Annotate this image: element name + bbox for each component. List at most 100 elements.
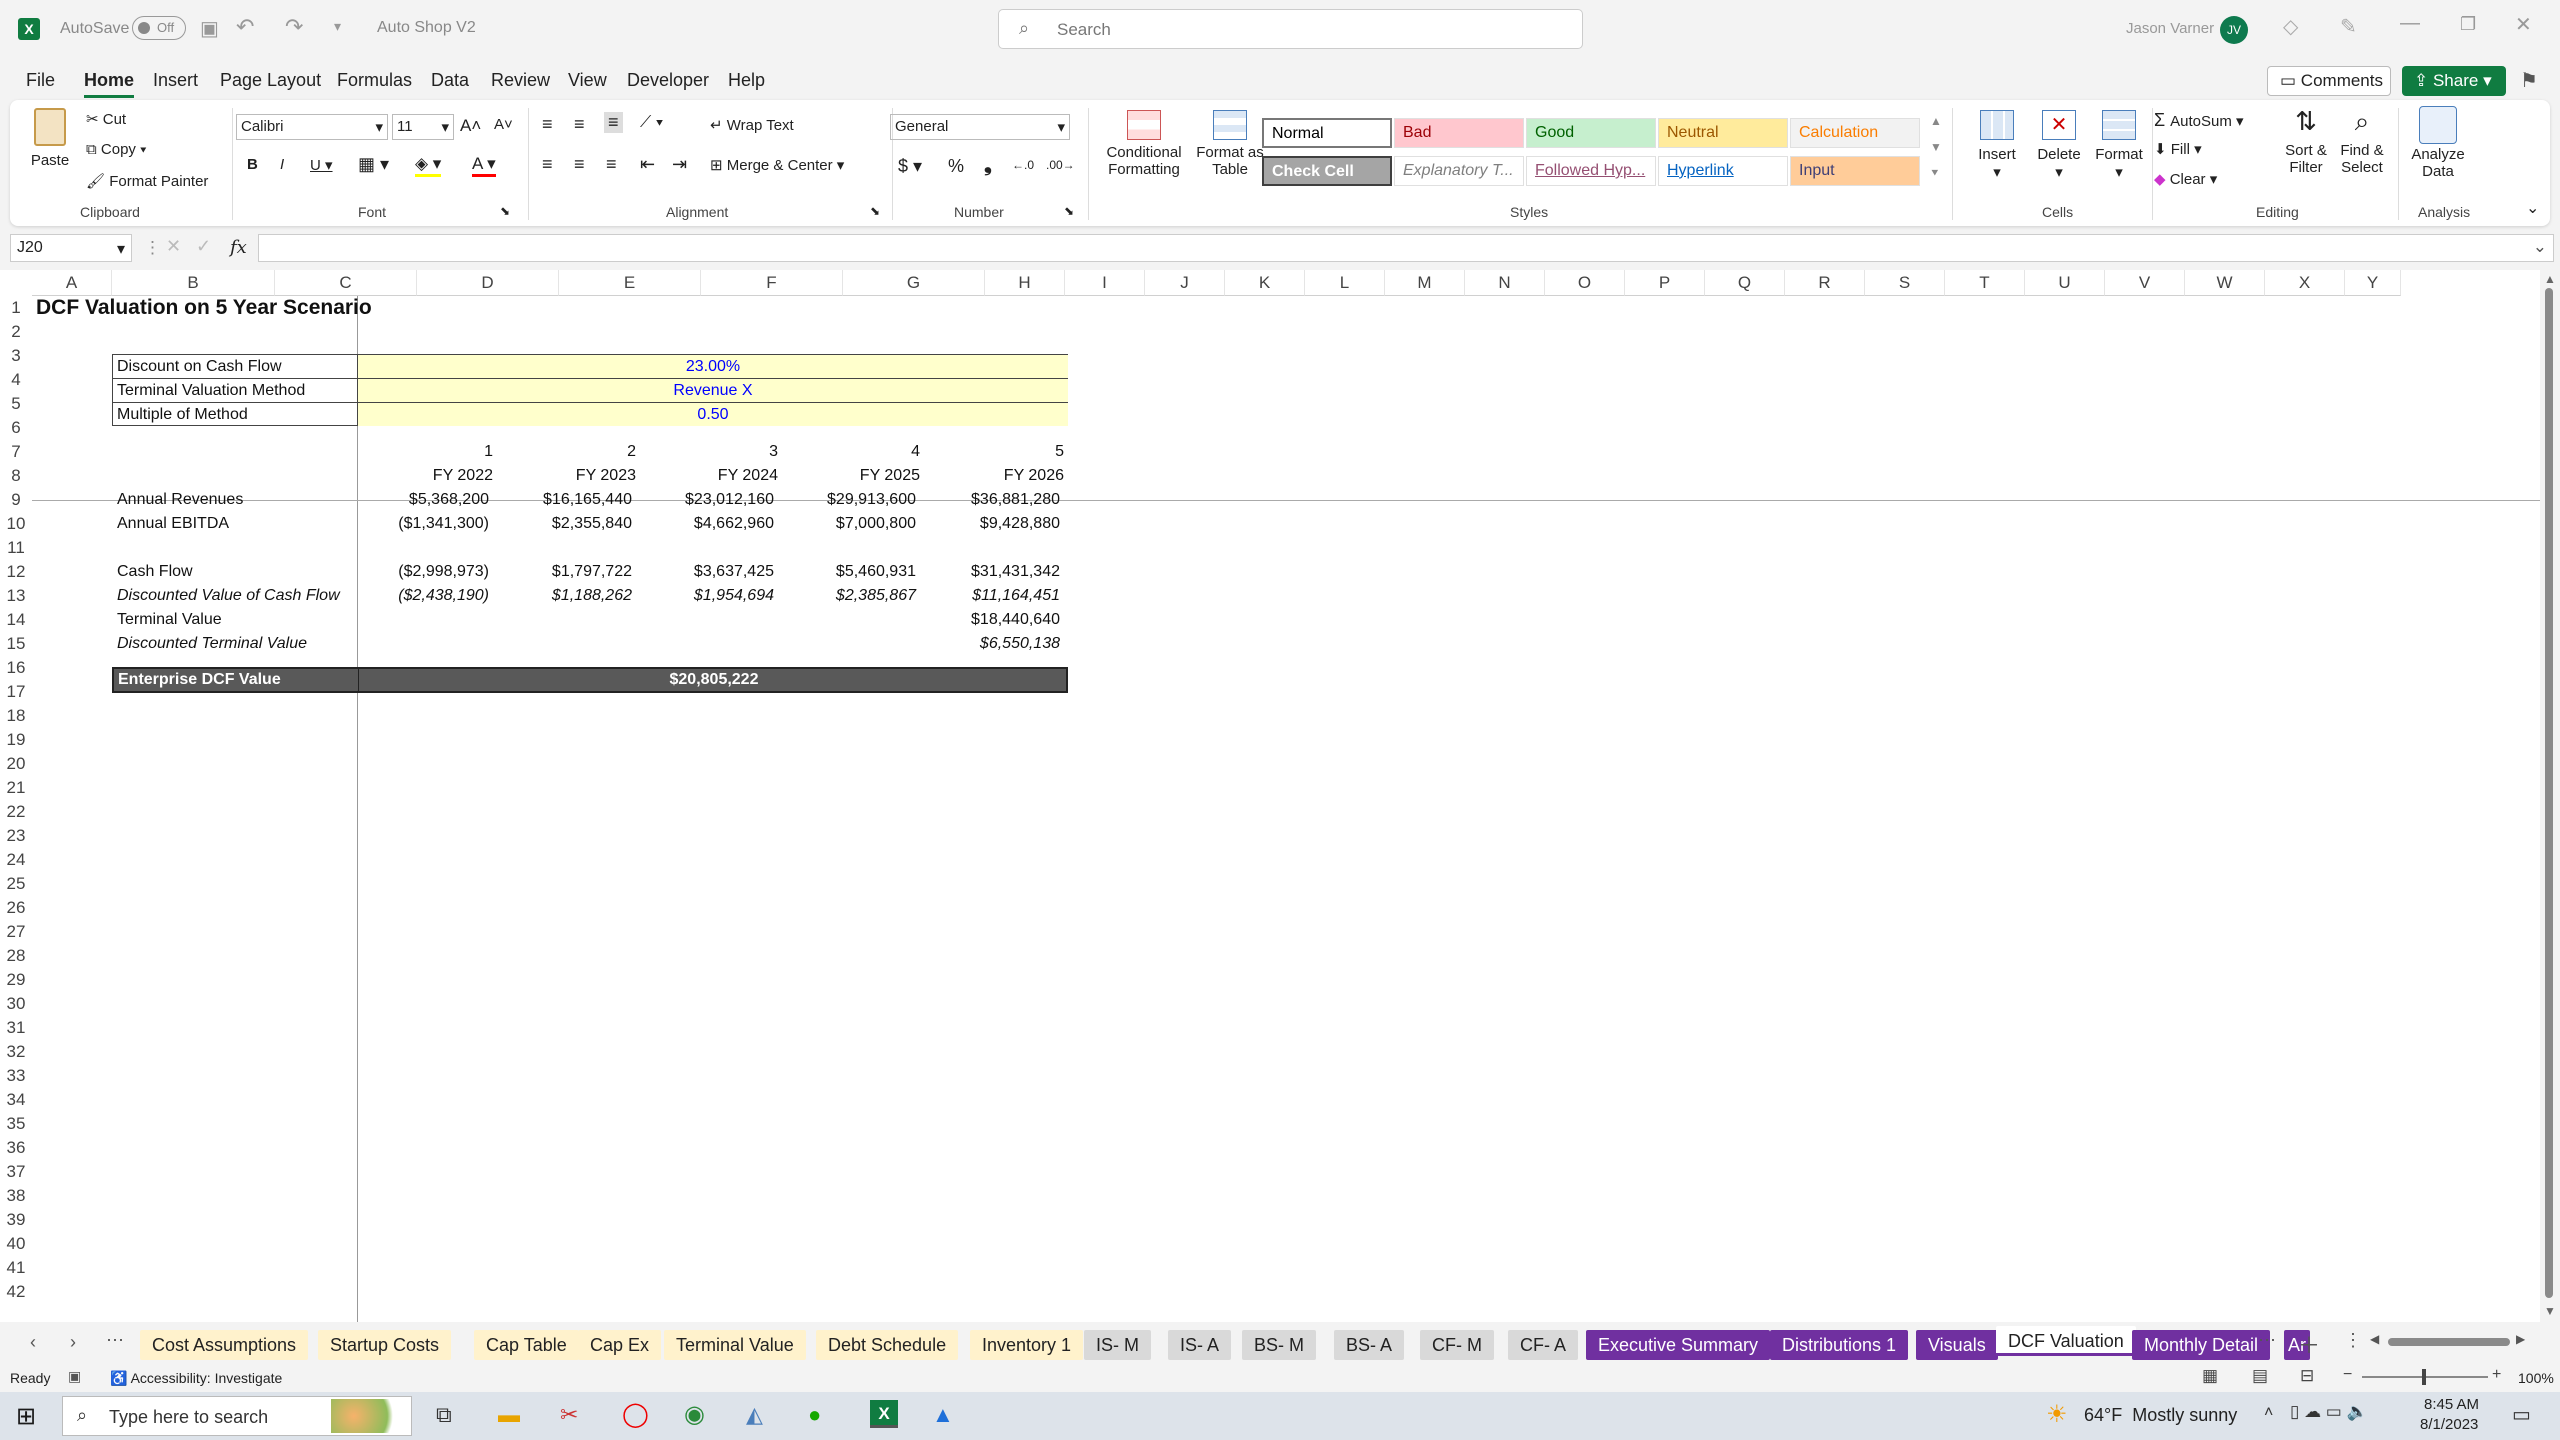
- enter-icon[interactable]: ✓: [196, 236, 211, 257]
- search-box[interactable]: ⌕ Search: [998, 9, 1583, 49]
- scroll-thumb[interactable]: [2545, 288, 2553, 1298]
- cash-flow-value[interactable]: ($2,998,973): [353, 560, 489, 584]
- opera-icon[interactable]: ◯: [622, 1400, 649, 1429]
- row-header[interactable]: 29: [0, 968, 32, 992]
- zoom-in-icon[interactable]: +: [2492, 1366, 2501, 1384]
- hscroll-right-icon[interactable]: ▶: [2516, 1332, 2525, 1346]
- tab-distributions-1[interactable]: Distributions 1: [1770, 1330, 1909, 1360]
- row-header[interactable]: 27: [0, 920, 32, 944]
- zoom-out-icon[interactable]: −: [2343, 1366, 2352, 1384]
- decrease-indent-icon[interactable]: ⇤: [640, 154, 655, 175]
- column-header[interactable]: A: [32, 270, 112, 296]
- cell-style-good[interactable]: Good: [1526, 118, 1656, 148]
- menu-formulas[interactable]: Formulas: [337, 70, 412, 91]
- revenues-value[interactable]: $16,165,440: [496, 488, 632, 512]
- revenues-value[interactable]: $29,913,600: [780, 488, 916, 512]
- column-header[interactable]: T: [1945, 270, 2025, 296]
- increase-indent-icon[interactable]: ⇥: [672, 154, 687, 175]
- row-header[interactable]: 38: [0, 1184, 32, 1208]
- row-header[interactable]: 28: [0, 944, 32, 968]
- underline-icon[interactable]: U ▾: [310, 156, 333, 174]
- undo-icon[interactable]: ↶: [236, 14, 254, 40]
- revenues-label[interactable]: Annual Revenues: [117, 488, 243, 512]
- menu-home[interactable]: Home: [84, 70, 135, 98]
- row-header[interactable]: 2: [0, 320, 32, 344]
- column-header[interactable]: U: [2025, 270, 2105, 296]
- cell-style-input[interactable]: Input: [1790, 156, 1920, 186]
- input-label-discount[interactable]: Discount on Cash Flow: [117, 355, 282, 379]
- revenues-value[interactable]: $5,368,200: [353, 488, 489, 512]
- cash-flow-label[interactable]: Cash Flow: [117, 560, 193, 584]
- macro-record-icon[interactable]: ▣: [68, 1368, 81, 1385]
- ebitda-value[interactable]: $2,355,840: [496, 512, 632, 536]
- tab-options-icon[interactable]: ⋮: [2344, 1330, 2362, 1351]
- cash-flow-value[interactable]: $31,431,342: [924, 560, 1060, 584]
- column-header[interactable]: H: [985, 270, 1065, 296]
- row-header[interactable]: 8: [0, 464, 32, 488]
- terminal-value-label[interactable]: Terminal Value: [117, 608, 222, 632]
- menu-view[interactable]: View: [568, 70, 607, 91]
- fiscal-year[interactable]: FY 2023: [506, 464, 636, 488]
- fiscal-year[interactable]: FY 2024: [648, 464, 778, 488]
- avatar[interactable]: JV: [2220, 16, 2248, 44]
- terminal-value[interactable]: $18,440,640: [924, 608, 1060, 632]
- row-header[interactable]: 11: [0, 536, 32, 560]
- bold-icon[interactable]: B: [247, 156, 258, 173]
- minimize-icon[interactable]: —: [2400, 12, 2420, 35]
- row-header[interactable]: 10: [0, 512, 32, 536]
- column-header[interactable]: W: [2185, 270, 2265, 296]
- column-header[interactable]: D: [417, 270, 559, 296]
- row-header[interactable]: 1: [0, 296, 32, 320]
- column-header[interactable]: G: [843, 270, 985, 296]
- upwork-icon[interactable]: ●: [808, 1402, 821, 1428]
- row-header[interactable]: 26: [0, 896, 32, 920]
- tab-monthly-detail[interactable]: Monthly Detail: [2132, 1330, 2271, 1360]
- cash-flow-value[interactable]: $3,637,425: [638, 560, 774, 584]
- tab-cf-m[interactable]: CF- M: [1420, 1330, 1494, 1360]
- percent-icon[interactable]: %: [948, 156, 964, 177]
- add-sheet-icon[interactable]: ＋: [2298, 1328, 2320, 1360]
- column-header[interactable]: F: [701, 270, 843, 296]
- pen-icon[interactable]: ✎: [2340, 14, 2357, 39]
- menu-data[interactable]: Data: [431, 70, 469, 91]
- row-header[interactable]: 35: [0, 1112, 32, 1136]
- cell-style-bad[interactable]: Bad: [1394, 118, 1524, 148]
- ebitda-value[interactable]: $9,428,880: [924, 512, 1060, 536]
- discounted-terminal-value[interactable]: $6,550,138: [924, 632, 1060, 656]
- row-header[interactable]: 18: [0, 704, 32, 728]
- disc-cf-value[interactable]: $1,954,694: [638, 584, 774, 608]
- row-header[interactable]: 13: [0, 584, 32, 608]
- windows-start-icon[interactable]: ⊞: [16, 1402, 36, 1431]
- orientation-icon[interactable]: ⟋ ▾: [640, 114, 663, 132]
- year-index[interactable]: 5: [934, 440, 1064, 464]
- row-header[interactable]: 22: [0, 800, 32, 824]
- cancel-icon[interactable]: ✕: [166, 236, 181, 257]
- column-header[interactable]: L: [1305, 270, 1385, 296]
- column-header[interactable]: M: [1385, 270, 1465, 296]
- tabs-overflow-icon[interactable]: ⋯: [2258, 1330, 2276, 1351]
- align-middle-icon[interactable]: ≡: [574, 114, 585, 135]
- fiscal-year[interactable]: FY 2026: [934, 464, 1064, 488]
- cell-style-normal[interactable]: Normal: [1262, 118, 1392, 148]
- page-layout-view-icon[interactable]: ▤: [2252, 1366, 2268, 1386]
- decrease-font-icon[interactable]: A˅: [494, 116, 513, 133]
- gallery-more-icon[interactable]: ⯆: [1930, 166, 1940, 181]
- row-header[interactable]: 23: [0, 824, 32, 848]
- cell-style-neutral[interactable]: Neutral: [1658, 118, 1788, 148]
- column-header[interactable]: Q: [1705, 270, 1785, 296]
- autosave-toggle[interactable]: Off: [132, 16, 186, 40]
- copy-button[interactable]: ⧉ Copy ▾: [86, 141, 146, 158]
- tab-executive-summary[interactable]: Executive Summary: [1586, 1330, 1771, 1360]
- fill-color-icon[interactable]: ◈ ▾: [415, 154, 442, 177]
- scroll-up-icon[interactable]: ▲: [2544, 272, 2556, 286]
- enterprise-label[interactable]: Enterprise DCF Value: [118, 668, 281, 692]
- year-index[interactable]: 3: [648, 440, 778, 464]
- column-header[interactable]: Y: [2345, 270, 2401, 296]
- menu-insert[interactable]: Insert: [153, 70, 198, 91]
- zoom-slider[interactable]: [2362, 1369, 2488, 1385]
- discounted-terminal-label[interactable]: Discounted Terminal Value: [117, 632, 307, 656]
- row-header[interactable]: 42: [0, 1280, 32, 1304]
- column-header[interactable]: N: [1465, 270, 1545, 296]
- menu-file[interactable]: File: [26, 70, 55, 91]
- find-select-button[interactable]: ⌕ Find & Select: [2334, 106, 2390, 176]
